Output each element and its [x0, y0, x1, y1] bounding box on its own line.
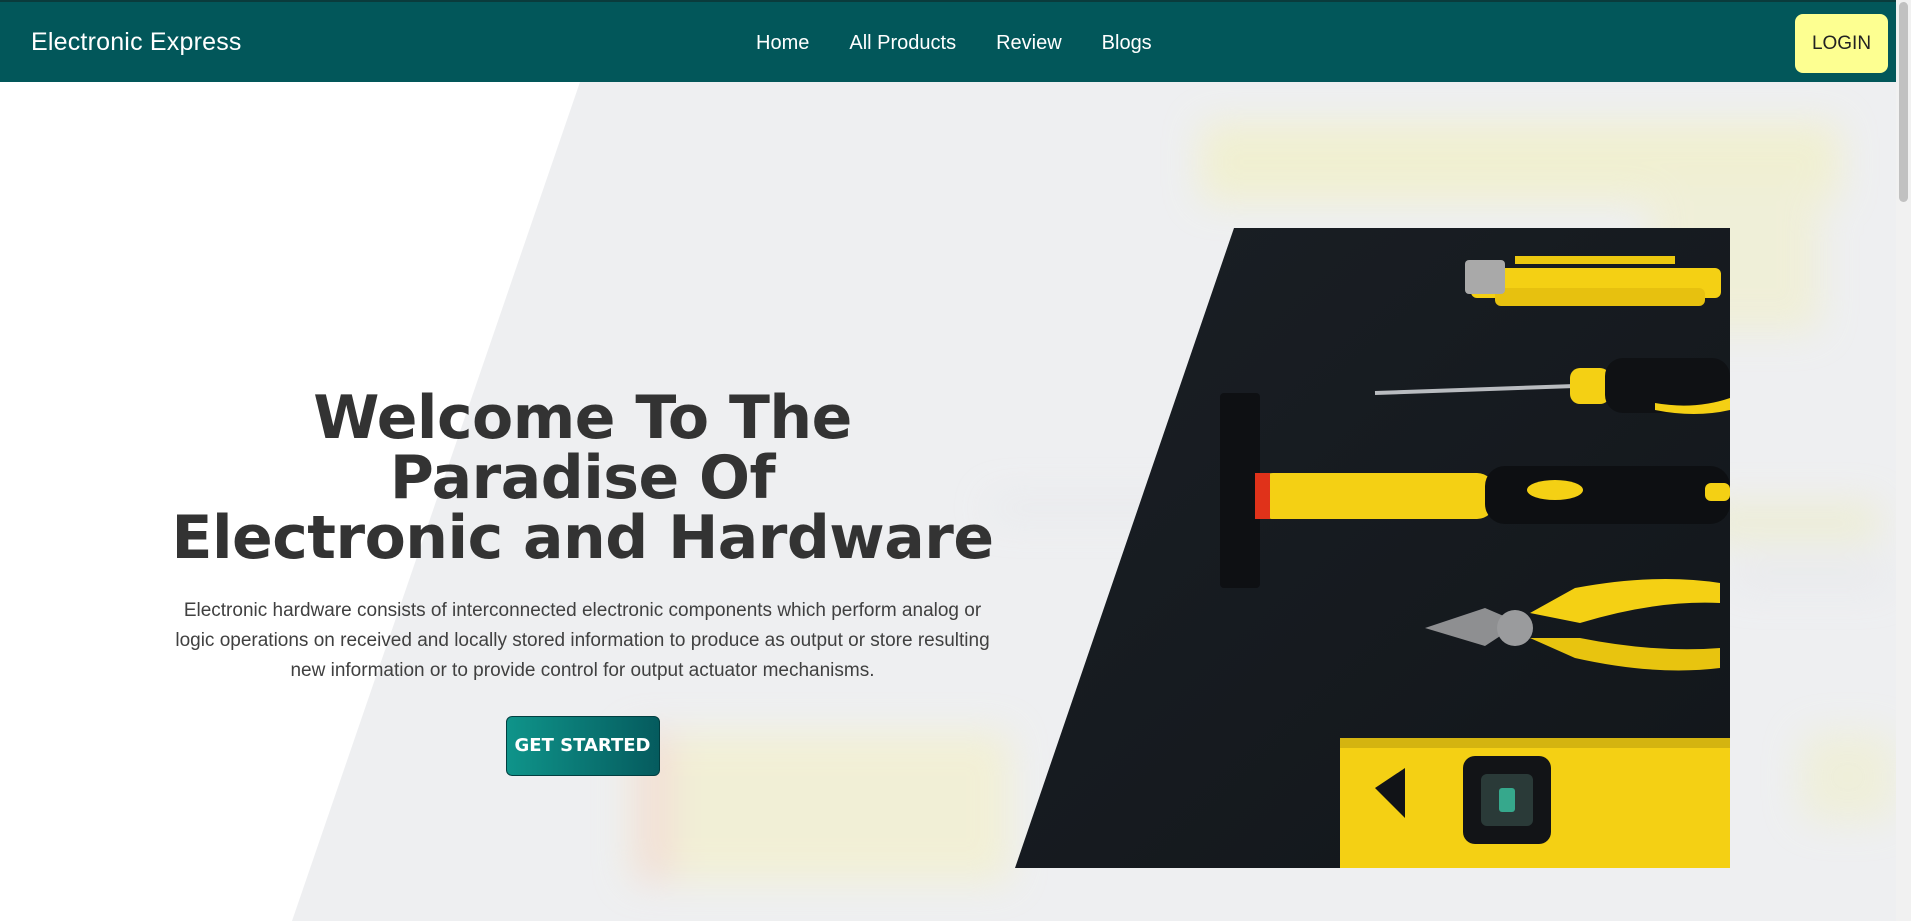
hero-section: Welcome To The Paradise Of Electronic an…	[0, 82, 1896, 921]
login-button[interactable]: LOGIN	[1795, 14, 1888, 73]
nav-link-home[interactable]: Home	[756, 32, 809, 55]
nav-link-review[interactable]: Review	[996, 32, 1062, 55]
hero-content: Welcome To The Paradise Of Electronic an…	[160, 388, 1005, 776]
hero-title-line-2: Electronic and Hardware	[171, 503, 994, 573]
hero-description: Electronic hardware consists of intercon…	[175, 600, 990, 681]
page: Electronic Express Home All Products Rev…	[0, 0, 1896, 921]
hero-title: Welcome To The Paradise Of Electronic an…	[160, 388, 1005, 568]
nav-link-all-products[interactable]: All Products	[849, 32, 956, 55]
main-nav: Home All Products Review Blogs	[756, 32, 1152, 55]
brand-logo[interactable]: Electronic Express	[31, 28, 242, 57]
hero-title-line-1: Welcome To The Paradise Of	[313, 383, 852, 513]
navbar: Electronic Express Home All Products Rev…	[0, 0, 1896, 82]
get-started-button[interactable]: GET STARTED	[505, 716, 660, 776]
tools-photo	[1015, 228, 1730, 868]
scrollbar-thumb[interactable]	[1899, 2, 1908, 202]
nav-link-blogs[interactable]: Blogs	[1102, 32, 1152, 55]
spirit-level-shape	[1340, 738, 1730, 868]
page-scrollbar[interactable]	[1896, 0, 1911, 921]
